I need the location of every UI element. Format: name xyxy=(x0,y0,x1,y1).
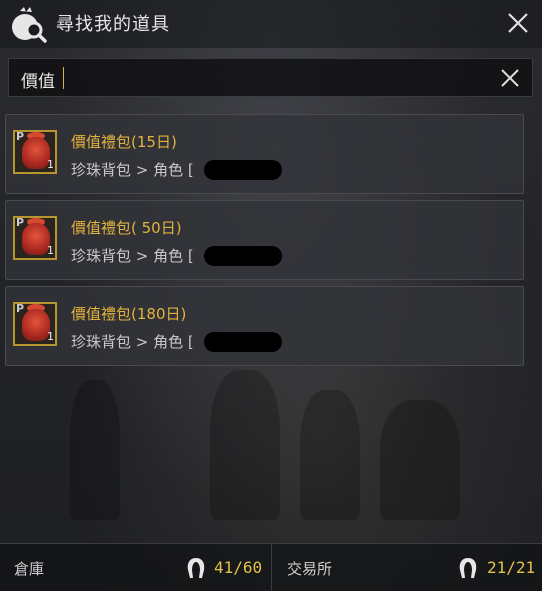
item-name: 價值禮包(180日) xyxy=(71,305,187,323)
find-my-items-window: 尋找我的道具 價值 P 1 價值禮包(15日) 珍珠背包 > 角色 [ P 1 … xyxy=(0,0,542,591)
warehouse-capacity: 41/60 xyxy=(214,558,263,577)
item-thumbnail: P 1 xyxy=(13,216,57,260)
item-location: 珍珠背包 > 角色 [ xyxy=(71,333,194,351)
footer-divider xyxy=(271,544,272,591)
window-title: 尋找我的道具 xyxy=(56,14,170,35)
search-value: 價值 xyxy=(21,72,55,92)
item-name: 價值禮包( 50日) xyxy=(71,219,182,237)
slot-capacity-icon xyxy=(459,558,477,578)
storage-footer: 倉庫 41/60 交易所 21/21 xyxy=(0,543,542,591)
marketplace-capacity: 21/21 xyxy=(487,558,536,577)
slot-capacity-icon xyxy=(187,558,205,578)
item-quantity: 1 xyxy=(47,244,54,257)
marketplace-tab[interactable]: 交易所 xyxy=(287,558,332,579)
window-header: 尋找我的道具 xyxy=(0,0,542,48)
item-grade: P xyxy=(16,302,25,315)
background-figure xyxy=(380,400,460,520)
item-quantity: 1 xyxy=(47,158,54,171)
item-grade: P xyxy=(16,216,25,229)
gift-box-icon xyxy=(22,223,50,255)
close-icon[interactable] xyxy=(505,10,531,36)
text-caret xyxy=(63,67,64,89)
item-location: 珍珠背包 > 角色 [ xyxy=(71,161,194,179)
item-name: 價值禮包(15日) xyxy=(71,133,177,151)
search-input[interactable]: 價值 xyxy=(8,58,533,97)
gift-box-icon xyxy=(22,309,50,341)
clear-search-icon[interactable] xyxy=(499,67,521,89)
background-figure xyxy=(210,370,280,520)
redacted-character-name xyxy=(204,160,282,180)
result-item[interactable]: P 1 價值禮包( 50日) 珍珠背包 > 角色 [ xyxy=(5,200,524,280)
item-thumbnail: P 1 xyxy=(13,302,57,346)
item-quantity: 1 xyxy=(47,330,54,343)
gift-box-icon xyxy=(22,137,50,169)
redacted-character-name xyxy=(204,332,282,352)
redacted-character-name xyxy=(204,246,282,266)
item-location: 珍珠背包 > 角色 [ xyxy=(71,247,194,265)
background-figure xyxy=(300,390,360,520)
result-item[interactable]: P 1 價值禮包(180日) 珍珠背包 > 角色 [ xyxy=(5,286,524,366)
item-thumbnail: P 1 xyxy=(13,130,57,174)
bag-search-icon xyxy=(12,7,47,43)
warehouse-tab[interactable]: 倉庫 xyxy=(14,558,44,579)
item-grade: P xyxy=(16,130,25,143)
result-item[interactable]: P 1 價值禮包(15日) 珍珠背包 > 角色 [ xyxy=(5,114,524,194)
background-figure xyxy=(70,380,120,520)
